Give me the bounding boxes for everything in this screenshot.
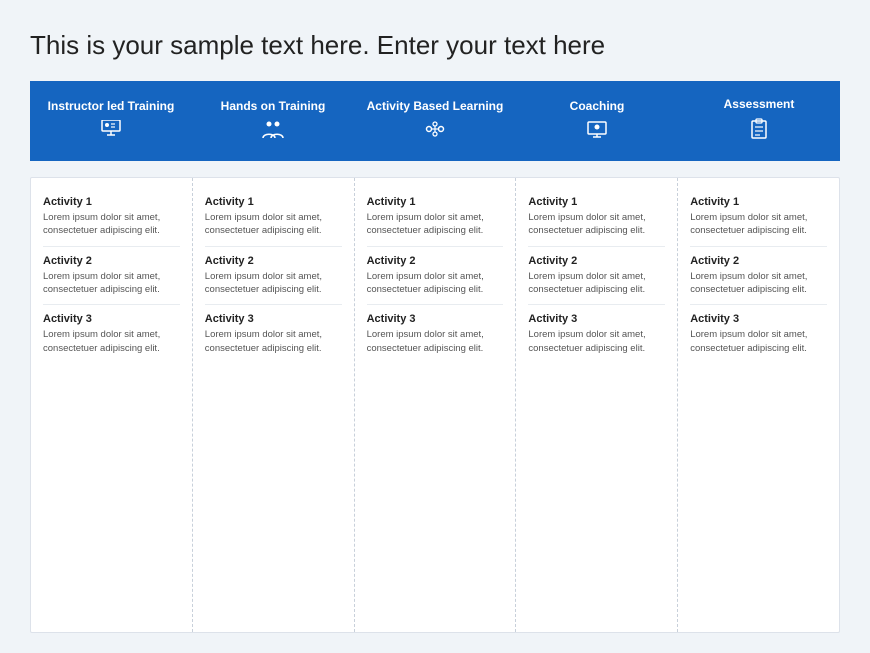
- activity-text-col2-row0: Lorem ipsum dolor sit amet, consectetuer…: [367, 211, 504, 238]
- activity-text-col3-row0: Lorem ipsum dolor sit amet, consectetuer…: [528, 211, 665, 238]
- activity-block-col2-row1: Activity 2 Lorem ipsum dolor sit amet, co…: [367, 247, 504, 306]
- activity-block-col2-row2: Activity 3 Lorem ipsum dolor sit amet, co…: [367, 305, 504, 363]
- activity-block-col2-row0: Activity 1 Lorem ipsum dolor sit amet, co…: [367, 188, 504, 247]
- table-col-0: Activity 1 Lorem ipsum dolor sit amet, co…: [31, 178, 193, 632]
- activity-block-col0-row1: Activity 2 Lorem ipsum dolor sit amet, co…: [43, 247, 180, 306]
- instructor-icon: [100, 120, 122, 143]
- activity-block-col1-row1: Activity 2 Lorem ipsum dolor sit amet, co…: [205, 247, 342, 306]
- slide: This is your sample text here. Enter you…: [0, 0, 870, 653]
- header-col-title-0: Instructor led Training: [48, 99, 175, 113]
- table-body: Activity 1 Lorem ipsum dolor sit amet, co…: [30, 177, 840, 633]
- activity-block-col3-row1: Activity 2 Lorem ipsum dolor sit amet, co…: [528, 247, 665, 306]
- activity-title-col4-row2: Activity 3: [690, 313, 827, 325]
- header-col-title-2: Activity Based Learning: [367, 99, 504, 113]
- activity-text-col1-row0: Lorem ipsum dolor sit amet, consectetuer…: [205, 211, 342, 238]
- header-col-title-3: Coaching: [570, 99, 625, 113]
- activity-title-col2-row0: Activity 1: [367, 196, 504, 208]
- activity-title-col0-row0: Activity 1: [43, 196, 180, 208]
- table-col-1: Activity 1 Lorem ipsum dolor sit amet, co…: [193, 178, 355, 632]
- activity-text-col2-row1: Lorem ipsum dolor sit amet, consectetuer…: [367, 270, 504, 297]
- activity-text-col4-row2: Lorem ipsum dolor sit amet, consectetuer…: [690, 328, 827, 355]
- activity-text-col0-row1: Lorem ipsum dolor sit amet, consectetuer…: [43, 270, 180, 297]
- activity-block-col3-row2: Activity 3 Lorem ipsum dolor sit amet, co…: [528, 305, 665, 363]
- header-col-title-4: Assessment: [724, 97, 795, 111]
- activity-title-col3-row2: Activity 3: [528, 313, 665, 325]
- activity-text-col1-row2: Lorem ipsum dolor sit amet, consectetuer…: [205, 328, 342, 355]
- activity-text-col1-row1: Lorem ipsum dolor sit amet, consectetuer…: [205, 270, 342, 297]
- activity-icon: [424, 120, 446, 143]
- activity-block-col1-row2: Activity 3 Lorem ipsum dolor sit amet, co…: [205, 305, 342, 363]
- activity-title-col4-row1: Activity 2: [690, 255, 827, 267]
- activity-text-col2-row2: Lorem ipsum dolor sit amet, consectetuer…: [367, 328, 504, 355]
- activity-block-col0-row0: Activity 1 Lorem ipsum dolor sit amet, co…: [43, 188, 180, 247]
- table-col-3: Activity 1 Lorem ipsum dolor sit amet, co…: [516, 178, 678, 632]
- activity-text-col0-row2: Lorem ipsum dolor sit amet, consectetuer…: [43, 328, 180, 355]
- activity-title-col4-row0: Activity 1: [690, 196, 827, 208]
- assessment-icon: [750, 118, 768, 145]
- coaching-icon: [586, 120, 608, 143]
- table-col-4: Activity 1 Lorem ipsum dolor sit amet, co…: [678, 178, 839, 632]
- activity-text-col3-row2: Lorem ipsum dolor sit amet, consectetuer…: [528, 328, 665, 355]
- header-cell-3: Coaching: [516, 81, 678, 161]
- header-cell-4: Assessment: [678, 81, 840, 161]
- header-col-title-1: Hands on Training: [221, 99, 326, 113]
- activity-text-col3-row1: Lorem ipsum dolor sit amet, consectetuer…: [528, 270, 665, 297]
- slide-title: This is your sample text here. Enter you…: [30, 30, 840, 61]
- activity-block-col4-row0: Activity 1 Lorem ipsum dolor sit amet, co…: [690, 188, 827, 247]
- activity-title-col3-row0: Activity 1: [528, 196, 665, 208]
- activity-text-col4-row1: Lorem ipsum dolor sit amet, consectetuer…: [690, 270, 827, 297]
- activity-block-col4-row2: Activity 3 Lorem ipsum dolor sit amet, co…: [690, 305, 827, 363]
- header-row: Instructor led Training Hands on Trainin…: [30, 81, 840, 161]
- activity-block-col3-row0: Activity 1 Lorem ipsum dolor sit amet, co…: [528, 188, 665, 247]
- header-cell-0: Instructor led Training: [30, 81, 192, 161]
- header-cell-2: Activity Based Learning: [354, 81, 516, 161]
- activity-title-col1-row1: Activity 2: [205, 255, 342, 267]
- activity-title-col1-row2: Activity 3: [205, 313, 342, 325]
- activity-title-col3-row1: Activity 2: [528, 255, 665, 267]
- activity-text-col4-row0: Lorem ipsum dolor sit amet, consectetuer…: [690, 211, 827, 238]
- table-col-2: Activity 1 Lorem ipsum dolor sit amet, co…: [355, 178, 517, 632]
- hands-on-icon: [261, 120, 285, 143]
- activity-title-col2-row1: Activity 2: [367, 255, 504, 267]
- header-cell-1: Hands on Training: [192, 81, 354, 161]
- activity-text-col0-row0: Lorem ipsum dolor sit amet, consectetuer…: [43, 211, 180, 238]
- activity-title-col0-row2: Activity 3: [43, 313, 180, 325]
- activity-block-col0-row2: Activity 3 Lorem ipsum dolor sit amet, co…: [43, 305, 180, 363]
- activity-title-col0-row1: Activity 2: [43, 255, 180, 267]
- activity-block-col4-row1: Activity 2 Lorem ipsum dolor sit amet, co…: [690, 247, 827, 306]
- activity-title-col1-row0: Activity 1: [205, 196, 342, 208]
- activity-title-col2-row2: Activity 3: [367, 313, 504, 325]
- activity-block-col1-row0: Activity 1 Lorem ipsum dolor sit amet, co…: [205, 188, 342, 247]
